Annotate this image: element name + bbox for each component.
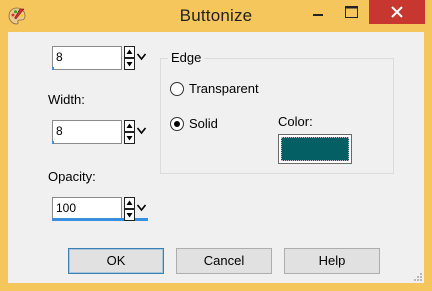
spin-arrows-icon[interactable] xyxy=(124,46,135,70)
maximize-button[interactable] xyxy=(335,0,369,24)
spin-arrows-icon[interactable] xyxy=(124,120,135,144)
maximize-icon xyxy=(345,6,358,18)
ok-button[interactable]: OK xyxy=(68,248,164,274)
transparent-radio-label[interactable]: Transparent xyxy=(189,81,259,96)
top-spin-field: 8 xyxy=(52,46,148,70)
color-swatch-fill xyxy=(281,137,349,161)
close-icon xyxy=(391,6,403,18)
width-value-bar xyxy=(52,141,54,144)
transparent-radio[interactable] xyxy=(170,82,184,96)
color-label: Color: xyxy=(278,114,313,129)
opacity-spin-field: 100 xyxy=(52,197,148,221)
minimize-icon xyxy=(313,14,323,16)
chevron-down-icon[interactable] xyxy=(136,200,147,216)
dialog-body: 8 Width: 8 Opacity: 100 Edge Transparent… xyxy=(8,32,424,283)
solid-radio-label[interactable]: Solid xyxy=(189,116,218,131)
cancel-button[interactable]: Cancel xyxy=(176,248,272,274)
top-value-input[interactable]: 8 xyxy=(52,46,122,70)
width-spin-field: 8 xyxy=(52,120,148,144)
title-bar[interactable]: Buttonize xyxy=(0,0,432,32)
close-button[interactable] xyxy=(369,0,425,24)
chevron-down-icon[interactable] xyxy=(136,49,147,65)
help-button[interactable]: Help xyxy=(284,248,380,274)
resize-grip-icon[interactable] xyxy=(412,271,422,281)
dialog-window: Buttonize 8 Width: 8 Opacity: 100 Edge T… xyxy=(0,0,432,291)
solid-radio[interactable] xyxy=(170,117,184,131)
radio-selected-dot xyxy=(174,121,180,127)
width-label: Width: xyxy=(48,92,85,107)
chevron-down-icon[interactable] xyxy=(136,123,147,139)
minimize-button[interactable] xyxy=(301,0,335,24)
edge-group-label: Edge xyxy=(168,50,205,65)
spin-arrows-icon[interactable] xyxy=(124,197,135,221)
opacity-label: Opacity: xyxy=(48,169,96,184)
width-value-input[interactable]: 8 xyxy=(52,120,122,144)
top-value-bar xyxy=(52,67,54,70)
edge-color-swatch[interactable] xyxy=(278,134,352,164)
